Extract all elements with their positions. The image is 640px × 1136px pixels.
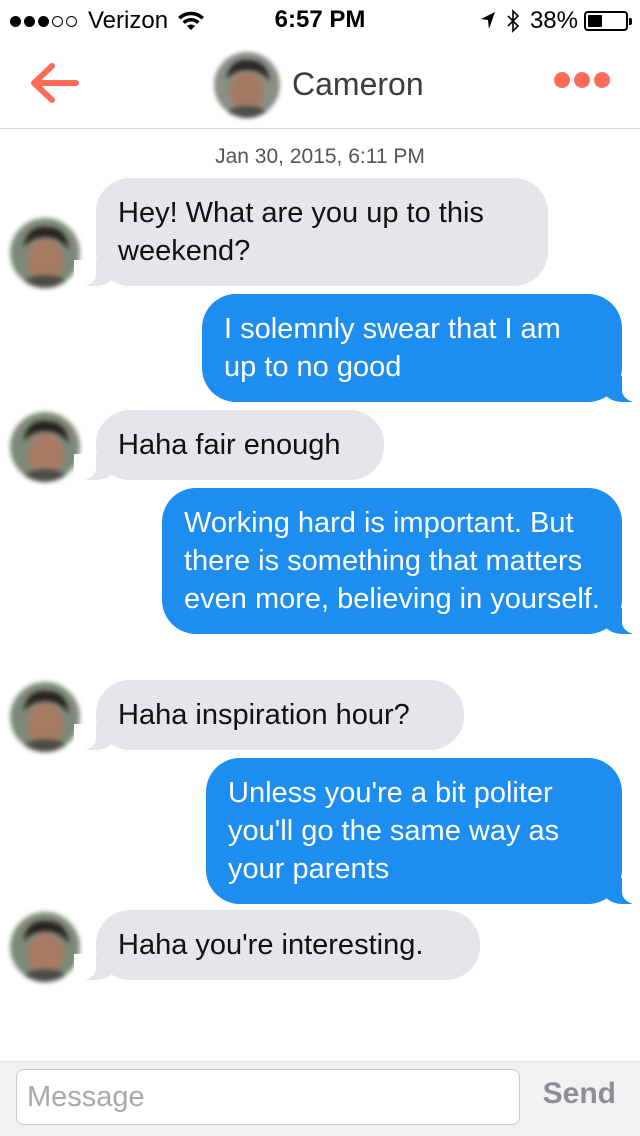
message-bubble-incoming[interactable]: Hey! What are you up to this weekend? — [74, 178, 548, 286]
more-dots-icon — [594, 72, 610, 88]
location-arrow-icon — [480, 12, 495, 29]
battery-icon — [584, 11, 632, 31]
sender-avatar[interactable] — [10, 412, 80, 482]
status-indicators: 38% — [480, 7, 632, 35]
message-bubble-outgoing[interactable]: Working hard is important. But there is … — [162, 488, 640, 634]
message-bubble-incoming[interactable]: Haha fair enough — [74, 410, 384, 480]
more-dots-icon — [554, 72, 570, 88]
battery-level-fill — [588, 15, 602, 27]
back-arrow-icon[interactable] — [26, 58, 82, 108]
message-input[interactable] — [16, 1069, 520, 1125]
message-text: Hey! What are you up to this weekend? — [118, 197, 484, 267]
conversation-timestamp: Jan 30, 2015, 6:11 PM — [215, 145, 425, 168]
message-bubble-incoming[interactable]: Haha inspiration hour? — [74, 680, 464, 750]
contact-name[interactable]: Cameron — [292, 66, 424, 103]
bluetooth-icon — [507, 9, 520, 33]
message-text: Haha you're interesting. — [118, 929, 424, 961]
more-options-button[interactable] — [550, 72, 610, 88]
chat-screen: Verizon 6:57 PM 38% Cameron Jan 30, 2015… — [0, 0, 640, 1136]
message-bubble-outgoing[interactable]: Unless you're a bit politer you'll go th… — [206, 758, 640, 904]
message-text: Haha inspiration hour? — [118, 699, 410, 731]
message-text: Working hard is important. But there is … — [184, 507, 600, 615]
message-composer: Send — [0, 1061, 640, 1136]
message-text: Unless you're a bit politer you'll go th… — [228, 777, 560, 885]
more-dots-icon — [574, 72, 590, 88]
battery-percent: 38% — [529, 7, 578, 34]
sender-avatar[interactable] — [10, 218, 80, 288]
message-text: Haha fair enough — [118, 429, 341, 461]
message-bubble-outgoing[interactable]: I solemnly swear that I am up to no good — [202, 294, 640, 402]
nav-bar: Cameron — [0, 40, 640, 129]
battery-nub — [629, 18, 632, 25]
sender-avatar[interactable] — [10, 682, 80, 752]
message-text: I solemnly swear that I am up to no good — [224, 313, 561, 383]
sender-avatar[interactable] — [10, 912, 80, 982]
contact-avatar[interactable] — [214, 52, 280, 118]
send-button[interactable]: Send — [543, 1077, 616, 1111]
message-bubble-incoming[interactable]: Haha you're interesting. — [74, 910, 480, 980]
status-bar: Verizon 6:57 PM 38% — [0, 0, 640, 40]
